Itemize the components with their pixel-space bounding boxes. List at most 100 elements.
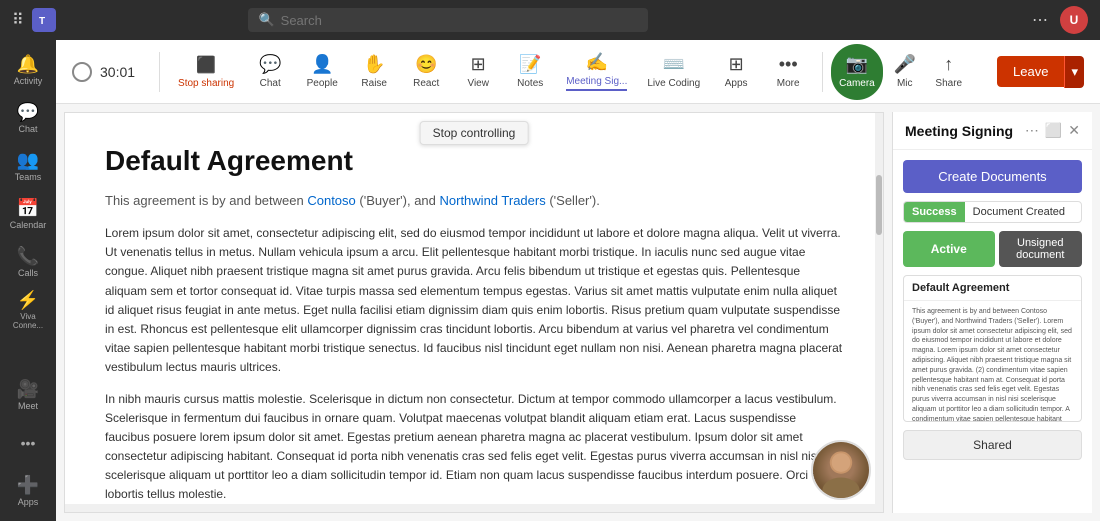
user-avatar[interactable]: U [1060, 6, 1088, 34]
viva-icon: ⚡ [17, 290, 39, 311]
status-buttons: Active Unsigned document [903, 231, 1082, 267]
apps-toolbar-icon: ⊞ [729, 54, 744, 75]
camera-button[interactable]: 📷 Camera [831, 44, 883, 100]
sidebar-item-activity[interactable]: 🔔 Activity [6, 48, 50, 92]
video-thumb-inner [813, 442, 869, 498]
main-right: 30:01 ⬛ Stop sharing 💬 Chat 👤 People [56, 40, 1100, 521]
horizontal-scrollbar[interactable] [65, 504, 875, 512]
notes-button[interactable]: 📝 Notes [504, 44, 556, 100]
react-icon: 😊 [415, 54, 437, 75]
sidebar-item-viva[interactable]: ⚡ Viva Conne... [6, 288, 50, 332]
calendar-icon: 📅 [17, 198, 39, 219]
sidebar-item-label: Calendar [10, 221, 47, 231]
meeting-sig-button[interactable]: ✍️ Meeting Sig... [556, 44, 637, 100]
panel-options-icon[interactable]: ⋯ [1025, 122, 1039, 139]
view-button[interactable]: ⊞ View [452, 44, 504, 100]
people-button[interactable]: 👤 People [296, 44, 348, 100]
scrollbar-thumb[interactable] [876, 175, 882, 235]
live-coding-icon: ⌨️ [663, 54, 685, 75]
sidebar-item-calls[interactable]: 📞 Calls [6, 240, 50, 284]
search-bar[interactable]: 🔍 [248, 8, 648, 32]
stop-sharing-icon: ⬛ [196, 55, 216, 75]
share-icon: ↑ [944, 54, 953, 75]
shared-button[interactable]: Shared [903, 430, 1082, 460]
doc-preview: Default Agreement This agreement is by a… [903, 275, 1082, 422]
doc-paragraph-1: Lorem ipsum dolor sit amet, consectetur … [105, 224, 843, 378]
sidebar-item-apps[interactable]: ➕ Apps [6, 469, 50, 513]
chat-icon: 💬 [17, 102, 39, 123]
doc-title: Default Agreement [105, 145, 843, 177]
panel-expand-icon[interactable]: ⬜ [1045, 122, 1062, 139]
doc-subtitle: This agreement is by and between Contoso… [105, 193, 843, 208]
people-icon: 👤 [311, 54, 333, 75]
sidebar-item-calendar[interactable]: 📅 Calendar [6, 192, 50, 236]
panel-title: Meeting Signing [905, 123, 1019, 139]
stop-sharing-button[interactable]: ⬛ Stop sharing [168, 44, 244, 100]
view-icon: ⊞ [471, 54, 486, 75]
northwind-highlight: Northwind Traders [440, 193, 546, 208]
document-content: Default Agreement This agreement is by a… [65, 113, 883, 512]
stop-controlling-bar[interactable]: Stop controlling [420, 121, 529, 145]
panel-header: Meeting Signing ⋯ ⬜ ✕ [893, 112, 1092, 150]
live-coding-label: Live Coding [647, 78, 700, 89]
right-panel: Meeting Signing ⋯ ⬜ ✕ Create Documents S… [892, 112, 1092, 513]
mic-button[interactable]: 🎤 Mic [883, 44, 927, 100]
search-icon: 🔍 [258, 12, 274, 28]
active-button[interactable]: Active [903, 231, 995, 267]
sidebar-item-label: Chat [18, 125, 37, 135]
calls-icon: 📞 [17, 246, 39, 267]
sidebar-item-teams[interactable]: 👥 Teams [6, 144, 50, 188]
top-bar: ⠿ T 🔍 ⋯ U [0, 0, 1100, 40]
share-button[interactable]: ↑ Share [927, 44, 971, 100]
mic-icon: 🎤 [894, 54, 916, 75]
sidebar-item-label: Activity [14, 77, 43, 87]
success-text: Document Created [965, 202, 1073, 222]
create-documents-button[interactable]: Create Documents [903, 160, 1082, 193]
timer-circle [72, 62, 92, 82]
sidebar-item-meet[interactable]: 🎥 Meet [6, 373, 50, 417]
sidebar-item-label: Viva Conne... [6, 313, 50, 331]
sidebar-item-more[interactable]: ••• [6, 421, 50, 465]
document-area: Stop controlling Default Agreement This … [64, 112, 884, 513]
chat-label: Chat [260, 78, 281, 89]
main-layout: 🔔 Activity 💬 Chat 👥 Teams 📅 Calendar 📞 C… [0, 40, 1100, 521]
react-label: React [413, 78, 439, 89]
apps-icon: ➕ [17, 475, 39, 496]
top-bar-left: ⠿ T [12, 8, 56, 32]
more-button[interactable]: ••• More [762, 44, 814, 100]
share-label: Share [935, 78, 962, 89]
leave-arrow-button[interactable]: ▾ [1064, 56, 1084, 88]
apps-label: Apps [725, 78, 748, 89]
apps-button[interactable]: ⊞ Apps [710, 44, 762, 100]
unsigned-button[interactable]: Unsigned document [999, 231, 1083, 267]
leave-button[interactable]: Leave [997, 56, 1064, 87]
live-coding-button[interactable]: ⌨️ Live Coding [637, 44, 710, 100]
notes-icon: 📝 [519, 54, 541, 75]
vertical-scrollbar[interactable] [875, 113, 883, 512]
raise-icon: ✋ [363, 54, 385, 75]
timer-section: 30:01 [72, 62, 135, 82]
people-label: People [307, 78, 338, 89]
meeting-sig-label: Meeting Sig... [566, 76, 627, 91]
content-area: Stop controlling Default Agreement This … [56, 104, 1100, 521]
chat-button[interactable]: 💬 Chat [244, 44, 296, 100]
top-bar-right: ⋯ U [1026, 6, 1088, 34]
search-input[interactable] [281, 13, 639, 28]
sidebar-item-label: Teams [15, 173, 42, 183]
react-button[interactable]: 😊 React [400, 44, 452, 100]
more-icon: ••• [21, 435, 36, 451]
raise-button[interactable]: ✋ Raise [348, 44, 400, 100]
meet-icon: 🎥 [17, 379, 39, 400]
success-bar: Success Document Created [903, 201, 1082, 223]
app-grid-icon[interactable]: ⠿ [12, 10, 24, 30]
meeting-sig-icon: ✍️ [586, 52, 608, 73]
panel-close-icon[interactable]: ✕ [1068, 122, 1080, 139]
sidebar-item-chat[interactable]: 💬 Chat [6, 96, 50, 140]
more-options-icon[interactable]: ⋯ [1026, 6, 1054, 34]
teams-logo: T [32, 8, 56, 32]
sidebar-item-label: Meet [18, 402, 38, 412]
more-label: More [777, 78, 800, 89]
activity-icon: 🔔 [17, 54, 39, 75]
toolbar-items: ⬛ Stop sharing 💬 Chat 👤 People ✋ Raise [168, 44, 997, 100]
stop-sharing-label: Stop sharing [178, 78, 234, 89]
